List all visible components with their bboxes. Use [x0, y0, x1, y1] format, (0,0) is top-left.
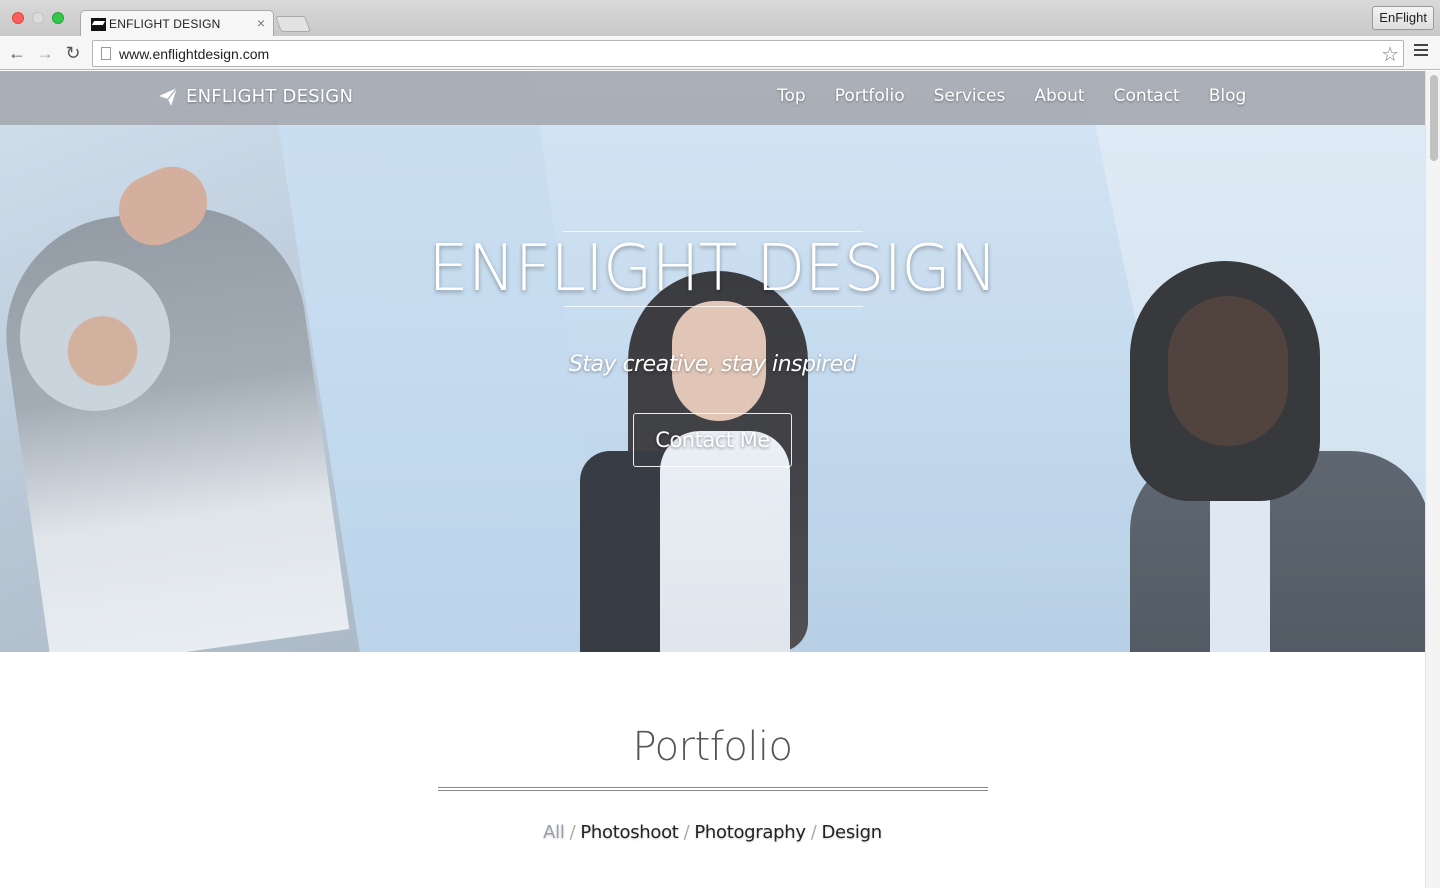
maximize-window-button[interactable] [52, 12, 64, 24]
browser-titlebar: ENFLIGHT DESIGN × EnFlight [0, 0, 1440, 37]
paper-plane-icon [159, 87, 178, 106]
star-icon[interactable]: ☆ [1381, 42, 1399, 67]
url-text[interactable]: www.enflightdesign.com [119, 46, 269, 62]
filter-photography[interactable]: Photography [694, 822, 806, 843]
filter-separator: / [683, 822, 690, 843]
nav-link-about[interactable]: About [1034, 86, 1084, 106]
nav-link-top[interactable]: Top [777, 86, 806, 106]
forward-arrow-icon[interactable]: → [34, 42, 56, 64]
scrollbar-thumb[interactable] [1430, 75, 1438, 161]
browser-toolbar: ← → ↻ www.enflightdesign.com ☆ [0, 36, 1440, 70]
section-title: Portfolio [632, 724, 793, 770]
hero-content: ENFLIGHT DESIGN Stay creative, stay insp… [0, 71, 1425, 652]
page-icon [101, 47, 111, 60]
new-tab-button[interactable] [275, 16, 311, 32]
close-window-button[interactable] [12, 12, 24, 24]
section-divider [438, 787, 988, 791]
brand-name: ENFLIGHT DESIGN [186, 86, 354, 107]
portfolio-filters: All / Photoshoot / Photography / Design [0, 822, 1425, 843]
hamburger-menu-icon[interactable] [1414, 44, 1428, 59]
hero-section: ENFLIGHT DESIGN Stay creative, stay insp… [0, 71, 1425, 652]
address-bar[interactable]: www.enflightdesign.com ☆ [92, 40, 1404, 67]
site-favicon-icon [91, 18, 106, 31]
page-viewport: ENFLIGHT DESIGN Stay creative, stay insp… [0, 71, 1425, 888]
tab-title: ENFLIGHT DESIGN [109, 17, 221, 31]
hero-title: ENFLIGHT DESIGN [428, 232, 998, 306]
portfolio-section: Portfolio All / Photoshoot / Photography / Des… [0, 652, 1425, 888]
site-navbar: ENFLIGHT DESIGN Top Portfolio Services A… [0, 71, 1425, 125]
nav-link-portfolio[interactable]: Portfolio [835, 86, 905, 106]
nav-link-contact[interactable]: Contact [1114, 86, 1180, 106]
brand-link[interactable]: ENFLIGHT DESIGN [158, 86, 353, 107]
filter-all[interactable]: All [543, 822, 565, 843]
filter-separator: / [810, 822, 817, 843]
profile-button[interactable]: EnFlight [1372, 6, 1434, 30]
minimize-window-button[interactable] [32, 12, 44, 24]
nav-link-services[interactable]: Services [934, 86, 1006, 106]
filter-separator: / [569, 822, 576, 843]
contact-me-button[interactable]: Contact Me [633, 413, 792, 467]
nav-link-blog[interactable]: Blog [1209, 86, 1247, 106]
back-arrow-icon[interactable]: ← [6, 42, 28, 64]
tab-close-icon[interactable]: × [257, 15, 265, 31]
reload-icon[interactable]: ↻ [62, 42, 84, 64]
filter-photoshoot[interactable]: Photoshoot [580, 822, 679, 843]
filter-design[interactable]: Design [821, 822, 882, 843]
page-scrollbar[interactable] [1425, 71, 1440, 888]
hero-divider [563, 306, 863, 307]
browser-tab[interactable]: ENFLIGHT DESIGN × [80, 10, 274, 37]
hero-tagline: Stay creative, stay inspired [568, 352, 857, 377]
site-nav-links: Top Portfolio Services About Contact Blo… [777, 86, 1246, 106]
